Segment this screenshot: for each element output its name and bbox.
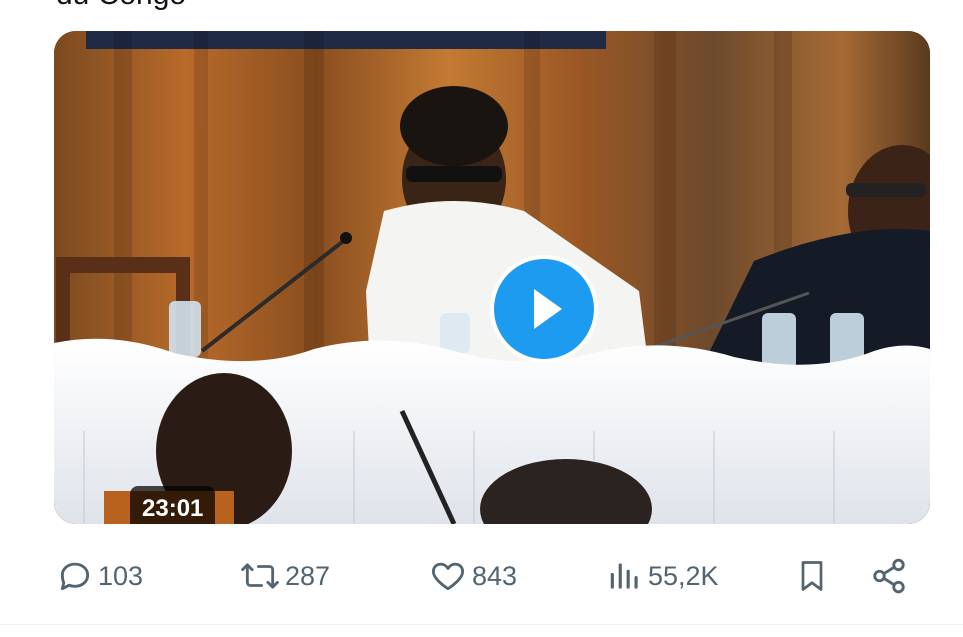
repost-icon (239, 557, 281, 595)
post-action-bar: 103 287 843 55,2K (0, 548, 963, 604)
like-button[interactable]: 843 (428, 548, 517, 604)
play-button[interactable] (490, 255, 598, 363)
share-button[interactable] (870, 548, 908, 604)
share-icon (870, 557, 908, 595)
bookmark-button[interactable] (794, 548, 830, 604)
views-button[interactable]: 55,2K (606, 548, 719, 604)
play-icon (534, 289, 562, 329)
video-frame (54, 31, 930, 524)
bookmark-icon (794, 556, 830, 596)
views-icon (606, 557, 644, 595)
video-player[interactable]: 23:01 (54, 31, 930, 524)
views-count: 55,2K (648, 560, 719, 591)
reply-icon (56, 557, 94, 595)
video-duration: 23:01 (130, 486, 216, 524)
reply-count: 103 (98, 560, 144, 591)
repost-count: 287 (285, 560, 331, 591)
post-text: du Congo (56, 0, 186, 12)
repost-button[interactable]: 287 (239, 548, 330, 604)
reply-button[interactable]: 103 (56, 548, 143, 604)
divider (0, 624, 963, 625)
like-count: 843 (472, 560, 518, 591)
heart-icon (428, 557, 468, 595)
